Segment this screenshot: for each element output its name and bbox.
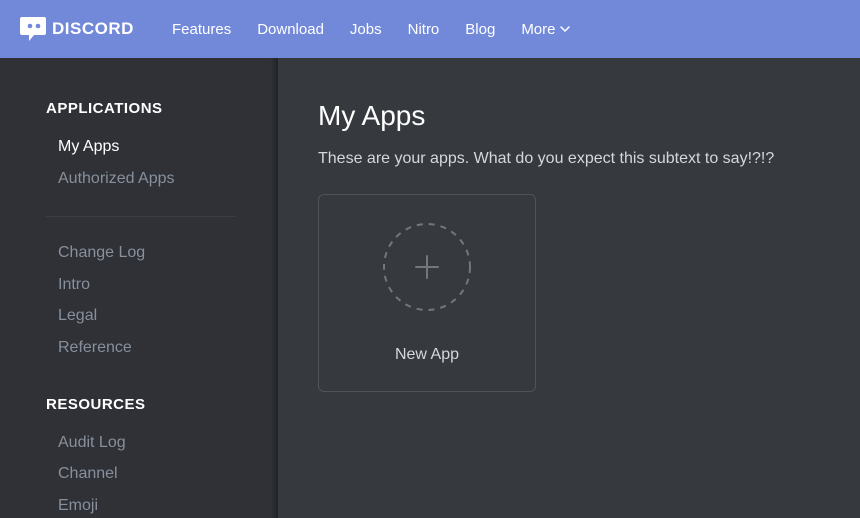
sidebar-item-channel[interactable]: Channel (0, 458, 277, 490)
discord-logo-icon: DISCORD (20, 14, 150, 44)
topbar: DISCORD Features Download Jobs Nitro Blo… (0, 0, 860, 58)
sidebar-item-label: Intro (58, 276, 90, 293)
sidebar-group-docs: Change Log Intro Legal Reference (0, 237, 277, 363)
sidebar-item-reference[interactable]: Reference (0, 332, 277, 364)
sidebar-separator (46, 216, 235, 217)
sidebar-item-legal[interactable]: Legal (0, 300, 277, 332)
nav-link-jobs[interactable]: Jobs (350, 21, 382, 38)
sidebar-item-authorized-apps[interactable]: Authorized Apps (0, 163, 277, 195)
nav-link-label: More (521, 21, 555, 38)
page-body: APPLICATIONS My Apps Authorized Apps Cha… (0, 58, 860, 518)
sidebar-item-label: My Apps (58, 138, 119, 155)
nav-link-nitro[interactable]: Nitro (408, 21, 440, 38)
sidebar-item-label: Audit Log (58, 434, 126, 451)
nav-link-features[interactable]: Features (172, 21, 231, 38)
nav-link-label: Blog (465, 21, 495, 38)
nav-link-label: Features (172, 21, 231, 38)
nav-link-download[interactable]: Download (257, 21, 324, 38)
brand-wordmark: DISCORD (52, 19, 134, 38)
sidebar-heading-resources: RESOURCES (0, 364, 277, 427)
nav-link-label: Jobs (350, 21, 382, 38)
sidebar-group-resources: RESOURCES Audit Log Channel Emoji Guild (0, 364, 277, 518)
nav-links: Features Download Jobs Nitro Blog More (172, 21, 570, 38)
new-app-label: New App (395, 346, 459, 364)
sidebar-heading-applications: APPLICATIONS (0, 100, 277, 131)
brand-logo[interactable]: DISCORD (20, 14, 150, 44)
sidebar-item-label: Channel (58, 465, 118, 482)
sidebar-item-change-log[interactable]: Change Log (0, 237, 277, 269)
sidebar-item-emoji[interactable]: Emoji (0, 490, 277, 518)
sidebar-item-label: Emoji (58, 497, 98, 514)
sidebar-item-my-apps[interactable]: My Apps (0, 131, 277, 163)
nav-link-more[interactable]: More (521, 21, 569, 38)
nav-link-label: Download (257, 21, 324, 38)
sidebar-item-label: Legal (58, 307, 97, 324)
sidebar-item-audit-log[interactable]: Audit Log (0, 427, 277, 459)
sidebar-item-label: Reference (58, 339, 132, 356)
sidebar: APPLICATIONS My Apps Authorized Apps Cha… (0, 58, 278, 518)
main-content: My Apps These are your apps. What do you… (278, 58, 860, 518)
page-title: My Apps (318, 100, 820, 132)
page-subtext: These are your apps. What do you expect … (318, 150, 820, 168)
nav-link-blog[interactable]: Blog (465, 21, 495, 38)
plus-icon (413, 253, 441, 281)
plus-circle (382, 222, 472, 312)
sidebar-item-label: Change Log (58, 244, 145, 261)
chevron-down-icon (560, 24, 570, 34)
sidebar-group-applications: APPLICATIONS My Apps Authorized Apps (0, 100, 277, 194)
sidebar-item-label: Authorized Apps (58, 170, 175, 187)
new-app-card[interactable]: New App (318, 194, 536, 392)
sidebar-item-intro[interactable]: Intro (0, 269, 277, 301)
nav-link-label: Nitro (408, 21, 440, 38)
